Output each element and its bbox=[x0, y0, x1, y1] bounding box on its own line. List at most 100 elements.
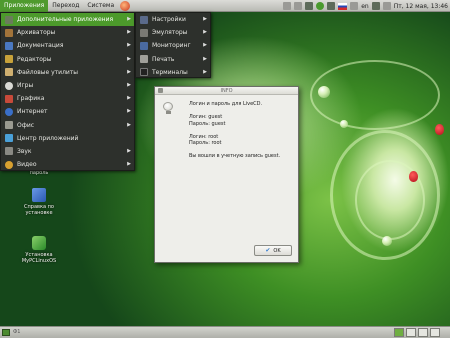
browser-launcher-icon[interactable] bbox=[120, 0, 131, 11]
menu-item-office[interactable]: Офис ▶ bbox=[1, 119, 134, 132]
submenu-arrow-icon: ▶ bbox=[203, 29, 207, 36]
dialog-title: INFO bbox=[220, 88, 233, 94]
menu-item-label: Звук bbox=[17, 147, 32, 155]
terminal-icon bbox=[140, 68, 148, 77]
dialog-message: Логин и пароль для LiveCD. Логин: guest … bbox=[189, 101, 297, 160]
ok-button[interactable]: ✔ OK bbox=[254, 245, 292, 256]
submenu-item-settings[interactable]: Настройки ▶ bbox=[136, 13, 210, 26]
clock[interactable]: Пт, 12 мая, 13:46 bbox=[394, 3, 448, 10]
menu-applications[interactable]: Приложения bbox=[0, 0, 49, 12]
menu-item-additional-apps[interactable]: Дополнительные приложения ▶ bbox=[1, 13, 134, 27]
submenu-arrow-icon: ▶ bbox=[203, 55, 207, 62]
printer-icon bbox=[140, 55, 148, 64]
wallpaper-orb bbox=[340, 120, 348, 128]
wallpaper-flower bbox=[435, 124, 444, 135]
menu-item-label: Архиваторы bbox=[17, 29, 56, 37]
wallpaper-orb bbox=[318, 86, 330, 98]
info-dialog: INFO Логин и пароль для LiveCD. Логин: g… bbox=[154, 86, 299, 263]
submenu-item-label: Печать bbox=[152, 55, 175, 63]
menu-item-label: Интернет bbox=[17, 108, 48, 116]
window-list-icon[interactable] bbox=[283, 2, 292, 10]
update-icon[interactable] bbox=[316, 2, 325, 10]
desktop-icon-label: MyPCLinuxOS bbox=[21, 258, 57, 264]
workspace-switcher-3[interactable] bbox=[418, 328, 428, 337]
keyboard-layout-flag-icon[interactable] bbox=[338, 2, 348, 10]
file-manager-icon bbox=[5, 68, 13, 77]
dialog-titlebar[interactable]: INFO bbox=[155, 87, 298, 95]
menu-item-label: Редакторы bbox=[17, 55, 52, 63]
settings-icon bbox=[140, 15, 148, 24]
language-indicator[interactable]: en bbox=[361, 3, 369, 10]
check-icon: ✔ bbox=[265, 247, 271, 254]
wallpaper-swirl bbox=[310, 60, 440, 130]
games-icon bbox=[5, 81, 13, 90]
menu-item-label: Офис bbox=[17, 121, 35, 129]
office-icon bbox=[5, 121, 13, 130]
submenu-item-terminals[interactable]: Терминалы ▶ bbox=[136, 66, 210, 79]
submenu-item-printing[interactable]: Печать ▶ bbox=[136, 53, 210, 66]
submenu-arrow-icon: ▶ bbox=[127, 81, 131, 88]
menu-places[interactable]: Переход bbox=[48, 0, 83, 12]
menu-item-internet[interactable]: Интернет ▶ bbox=[1, 105, 134, 118]
monitor-icon bbox=[140, 41, 148, 50]
volume-icon[interactable] bbox=[327, 2, 336, 10]
workspace-switcher-4[interactable] bbox=[430, 328, 440, 337]
desktop-icon-install[interactable]: Установка MyPCLinuxOS bbox=[14, 236, 64, 264]
keyboard-icon[interactable] bbox=[294, 2, 303, 10]
emulator-icon bbox=[140, 28, 148, 37]
submenu-arrow-icon: ▶ bbox=[127, 121, 131, 128]
submenu-arrow-icon: ▶ bbox=[127, 95, 131, 102]
network-icon[interactable] bbox=[350, 2, 359, 10]
power-icon[interactable] bbox=[305, 2, 314, 10]
show-desktop-icon[interactable] bbox=[2, 329, 10, 336]
submenu-arrow-icon: ▶ bbox=[127, 55, 131, 62]
top-panel: Приложения Переход Система en Пт, 12 мая… bbox=[0, 0, 450, 12]
lightbulb-icon bbox=[163, 102, 173, 114]
submenu-item-label: Терминалы bbox=[152, 68, 188, 76]
submenu-item-emulators[interactable]: Эмуляторы ▶ bbox=[136, 26, 210, 39]
help-icon bbox=[5, 41, 13, 50]
submenu-arrow-icon: ▶ bbox=[127, 108, 131, 115]
system-tray: en Пт, 12 мая, 13:46 bbox=[283, 1, 448, 11]
dialog-line: Вы вошли в учетную запись guest. bbox=[189, 153, 281, 159]
workspace-switcher-1[interactable] bbox=[394, 328, 404, 337]
workspace-switcher-2[interactable] bbox=[406, 328, 416, 337]
speaker-icon[interactable] bbox=[371, 2, 380, 10]
menu-item-games[interactable]: Игры ▶ bbox=[1, 79, 134, 92]
submenu-arrow-icon: ▶ bbox=[203, 68, 207, 75]
help-book-icon bbox=[32, 188, 46, 202]
folder-icon bbox=[5, 15, 13, 24]
submenu-item-label: Настройки bbox=[152, 16, 186, 24]
submenu-item-label: Мониторинг bbox=[152, 42, 191, 50]
menu-item-label: Графика bbox=[17, 95, 45, 103]
menu-item-archivers[interactable]: Архиваторы ▶ bbox=[1, 26, 134, 39]
submenu-item-monitoring[interactable]: Мониторинг ▶ bbox=[136, 39, 210, 52]
window-menu-icon[interactable] bbox=[158, 88, 163, 93]
menu-item-label: Файловые утилиты bbox=[17, 68, 79, 76]
monitor-tray-icon[interactable] bbox=[382, 2, 391, 10]
archive-icon bbox=[5, 28, 13, 37]
desktop-icon-install-help[interactable]: Справка по установке bbox=[14, 188, 64, 216]
submenu-item-label: Эмуляторы bbox=[152, 29, 188, 37]
ok-button-label: OK bbox=[273, 247, 281, 254]
menu-item-label: Дополнительные приложения bbox=[17, 16, 114, 24]
menu-item-editors[interactable]: Редакторы ▶ bbox=[1, 53, 134, 66]
menu-item-label: Видео bbox=[17, 161, 37, 169]
menu-item-file-utilities[interactable]: Файловые утилиты ▶ bbox=[1, 66, 134, 79]
bottom-panel-label: Ф1 bbox=[13, 329, 21, 335]
submenu-arrow-icon: ▶ bbox=[127, 147, 131, 154]
menu-system[interactable]: Система bbox=[83, 0, 118, 12]
video-icon bbox=[5, 160, 13, 169]
menu-item-sound[interactable]: Звук ▶ bbox=[1, 145, 134, 158]
menu-item-app-center[interactable]: Центр приложений bbox=[1, 132, 134, 145]
applications-menu: Дополнительные приложения ▶ Архиваторы ▶… bbox=[0, 12, 135, 171]
menu-item-documentation[interactable]: Документация ▶ bbox=[1, 39, 134, 52]
submenu-arrow-icon: ▶ bbox=[127, 161, 131, 168]
bottom-panel: Ф1 bbox=[0, 326, 450, 338]
sound-icon bbox=[5, 147, 13, 156]
wallpaper-orb bbox=[382, 236, 392, 246]
menu-item-graphics[interactable]: Графика ▶ bbox=[1, 92, 134, 105]
desktop-icon-label: установке bbox=[25, 210, 53, 216]
text-editor-icon bbox=[5, 55, 13, 64]
menu-item-video[interactable]: Видео ▶ bbox=[1, 158, 134, 171]
